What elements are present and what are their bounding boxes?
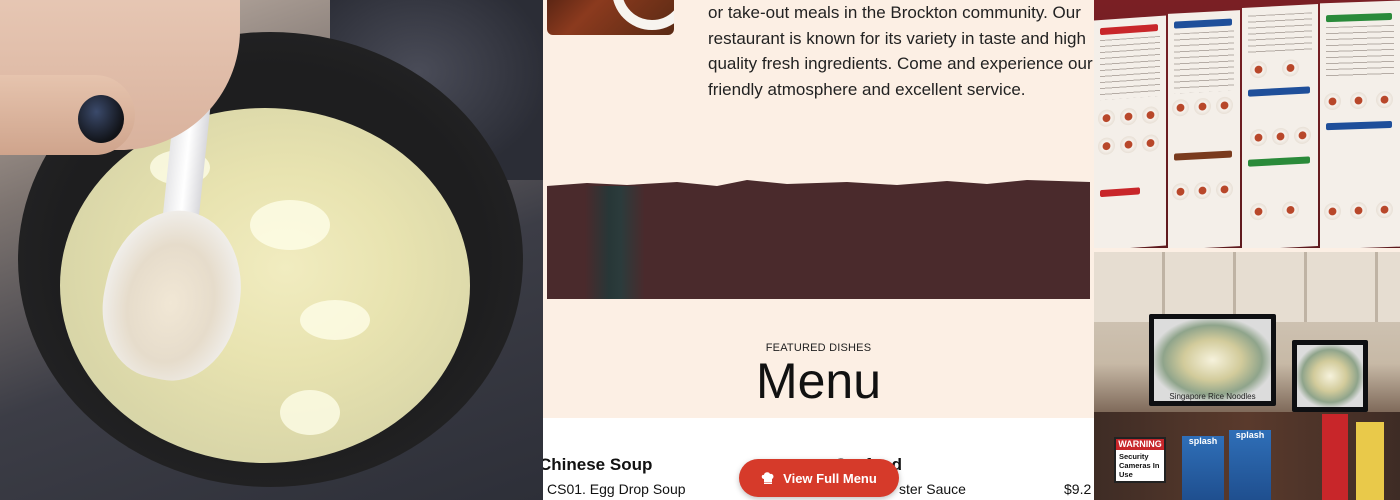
menu-panel xyxy=(1094,15,1166,248)
banner-highlight xyxy=(585,186,645,299)
dish-photo xyxy=(1172,182,1189,201)
dish-photo xyxy=(1282,201,1299,219)
about-text: or take-out meals in the Brockton commun… xyxy=(708,3,1093,99)
menu-lines xyxy=(1100,35,1160,101)
menu-lines xyxy=(1174,30,1234,94)
plate xyxy=(612,0,674,30)
dish-photo xyxy=(1120,107,1137,126)
menu-band xyxy=(1326,120,1392,131)
menu-panel xyxy=(1242,4,1318,248)
menu-tv: Singapore Rice Noodles xyxy=(1149,314,1276,406)
dish-photo xyxy=(1250,202,1267,221)
dish-photo xyxy=(1194,181,1211,200)
view-full-menu-button[interactable]: View Full Menu xyxy=(739,459,899,497)
menu-band xyxy=(1174,18,1232,29)
page: or take-out meals in the Brockton commun… xyxy=(0,0,1400,500)
menu-item-price: $9.2 xyxy=(1064,481,1092,497)
yellow-banner xyxy=(1356,422,1384,500)
egg-ribbon xyxy=(280,390,340,435)
drink-poster: splash xyxy=(1229,430,1271,500)
menu-item[interactable]: CS01. Egg Drop Soup xyxy=(547,481,686,497)
dish-photo xyxy=(1376,200,1393,219)
menu-brochure-photo xyxy=(1094,0,1400,248)
tv-screen xyxy=(1154,319,1271,401)
center-content: or take-out meals in the Brockton commun… xyxy=(543,0,1094,500)
dish-photo xyxy=(1216,180,1233,199)
dish-photo xyxy=(1324,92,1341,111)
menu-panel xyxy=(1168,10,1240,248)
dish-photo xyxy=(1324,202,1341,221)
menu-band xyxy=(1248,86,1310,97)
menu-title: Menu xyxy=(755,353,882,409)
warning-text: Security Cameras In Use xyxy=(1119,452,1160,479)
dish-photo xyxy=(1272,127,1289,146)
menu-band xyxy=(1174,150,1232,161)
poster-label: splash xyxy=(1235,430,1265,440)
menu-lines xyxy=(1248,12,1312,56)
dish-photo xyxy=(1194,97,1211,116)
painted-nail xyxy=(78,95,124,143)
menu-band xyxy=(1326,12,1392,23)
dish-photo xyxy=(1142,133,1159,153)
dish-photo xyxy=(1350,201,1367,220)
poster-label: splash xyxy=(1188,436,1218,446)
menu-item[interactable]: ster Sauce xyxy=(899,481,966,497)
category-chinese-soup: Chinese Soup xyxy=(543,455,653,474)
section-banner xyxy=(547,186,1090,299)
drink-poster: splash xyxy=(1182,436,1224,500)
tv-caption: Singapore Rice Noodles xyxy=(1169,392,1256,401)
tv-screen xyxy=(1297,345,1363,407)
egg-ribbon xyxy=(300,300,370,340)
red-banner xyxy=(1322,414,1348,500)
menu-panel xyxy=(1320,0,1400,248)
menu-band xyxy=(1100,24,1158,36)
dish-photo xyxy=(1376,90,1393,109)
ceiling-tiles xyxy=(1094,252,1400,322)
chef-hat-icon xyxy=(761,472,775,484)
dish-photo xyxy=(1250,128,1267,147)
menu-band xyxy=(1100,187,1140,198)
dish-photo xyxy=(1350,91,1367,110)
view-full-menu-label: View Full Menu xyxy=(783,470,877,486)
dish-photo xyxy=(1216,96,1233,115)
dish-photo xyxy=(1250,60,1267,79)
soup-photo xyxy=(0,0,543,500)
dish-photo xyxy=(1098,109,1115,128)
menu-band xyxy=(1248,156,1310,167)
warning-title: WARNING xyxy=(1116,439,1164,450)
dish-photo xyxy=(1098,137,1115,156)
dish-photo xyxy=(1282,59,1299,77)
dish-photo xyxy=(1172,98,1189,117)
warning-sign: WARNING Security Cameras In Use xyxy=(1114,437,1166,483)
menu-lines xyxy=(1326,24,1394,78)
dish-photo xyxy=(1120,135,1137,154)
dish-photo xyxy=(1294,126,1311,145)
egg-ribbon xyxy=(250,200,330,250)
dish-photo xyxy=(1142,105,1159,125)
food-thumbnail xyxy=(547,0,674,35)
menu-tv xyxy=(1292,340,1368,412)
